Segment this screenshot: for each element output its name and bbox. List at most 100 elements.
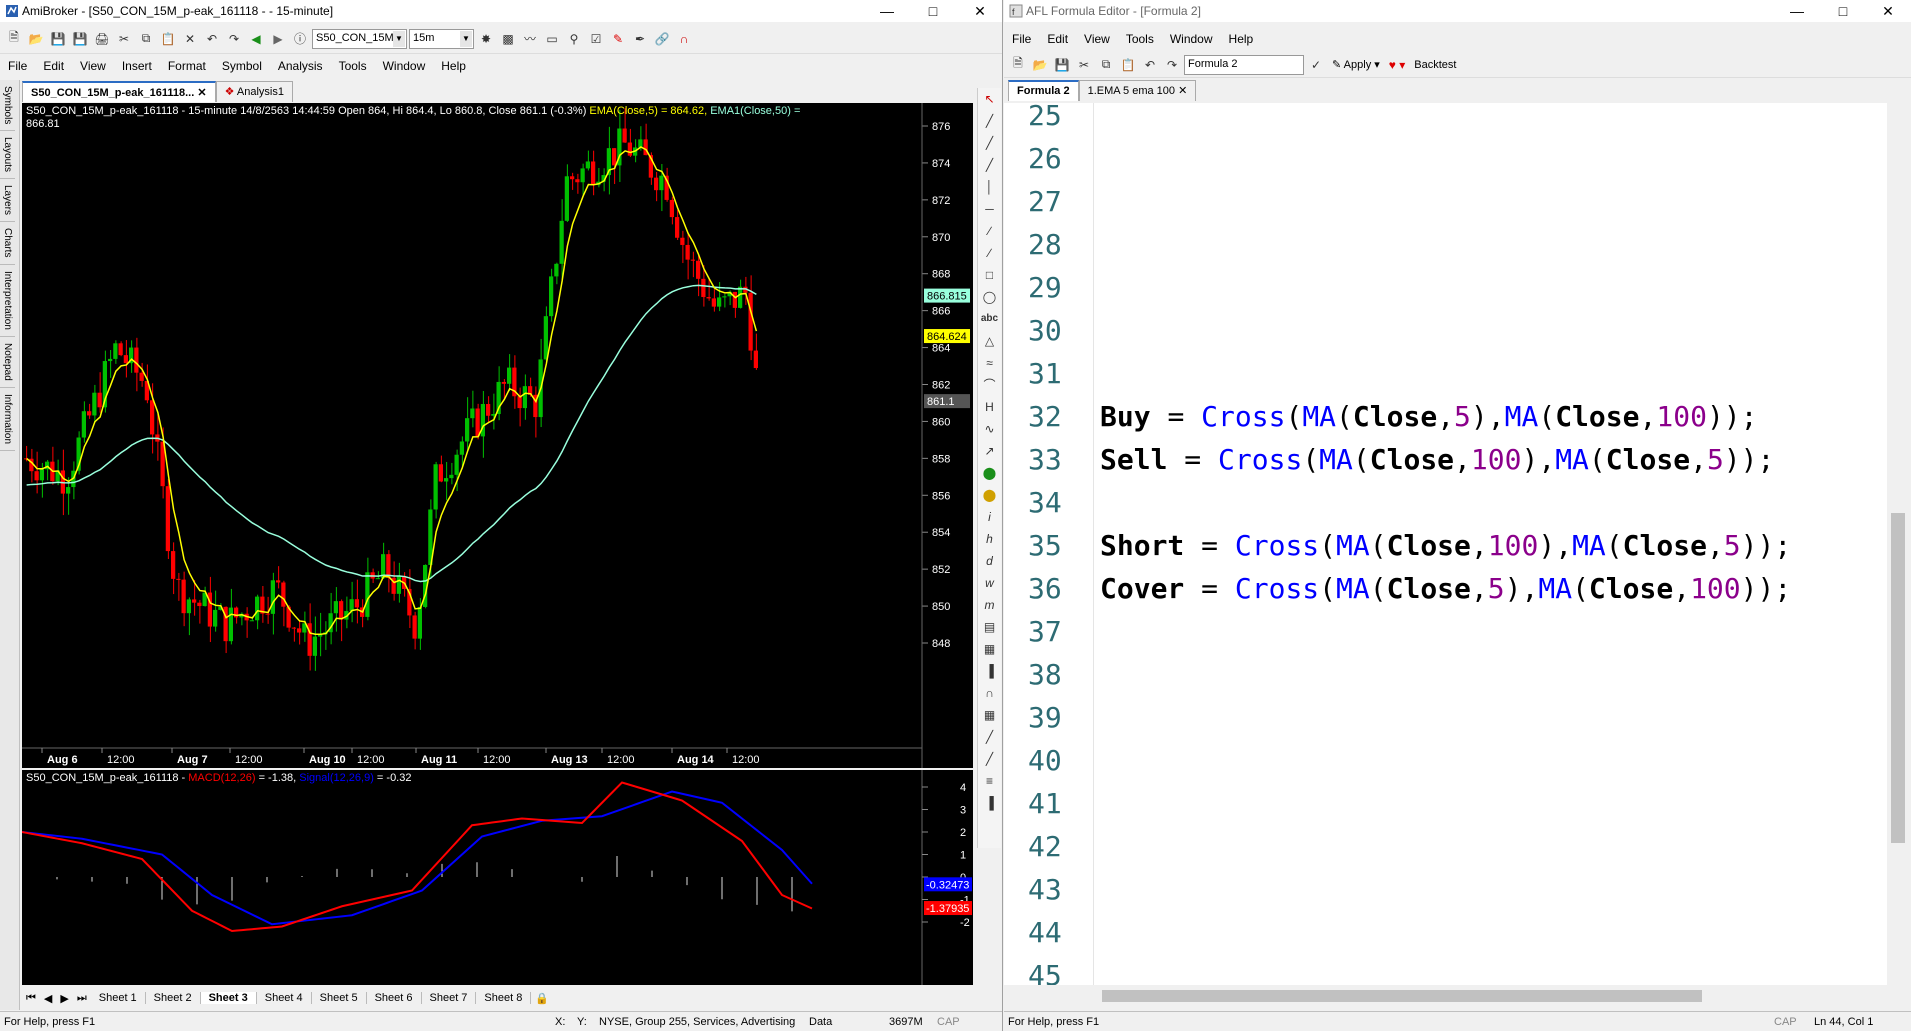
nav-prev-icon[interactable]: ◀ — [40, 992, 56, 1005]
minimize-button[interactable]: — — [864, 0, 910, 22]
fan-icon[interactable]: ╱ — [978, 726, 1001, 748]
fibonacci-icon[interactable]: ≈ — [978, 352, 1001, 374]
menu-view[interactable]: View — [80, 59, 106, 73]
triangle-icon[interactable]: △ — [978, 330, 1001, 352]
info-i-icon[interactable]: i — [978, 506, 1001, 528]
price-chart[interactable]: 876 874 872 870 868 866 864 862 860 858 856 854 852 8… — [22, 103, 973, 768]
grid-icon[interactable]: ▦ — [978, 638, 1001, 660]
menu-file[interactable]: File — [8, 59, 27, 73]
candle-chart-icon[interactable]: ▭ — [542, 29, 562, 49]
menu-analysis[interactable]: Analysis — [278, 59, 323, 73]
afl-redo-icon[interactable]: ↷ — [1162, 55, 1182, 75]
info-icon[interactable]: ⓘ — [290, 29, 310, 49]
sidebar-symbols[interactable]: Symbols — [0, 80, 15, 132]
afl-menu-help[interactable]: Help — [1229, 32, 1254, 46]
select-arrow-icon[interactable]: ↖ — [978, 88, 1001, 110]
pen-icon[interactable]: ✒ — [630, 29, 650, 49]
sidebar-layouts[interactable]: Layouts — [0, 131, 15, 180]
afl-menu-tools[interactable]: Tools — [1126, 32, 1154, 46]
afl-copy-icon[interactable]: ⧉ — [1096, 55, 1116, 75]
cut-icon[interactable]: ✂ — [114, 29, 134, 49]
afl-open-icon[interactable]: 📂 — [1030, 55, 1050, 75]
link-icon[interactable]: 🔗 — [652, 29, 672, 49]
undo-icon[interactable]: ↶ — [202, 29, 222, 49]
afl-close-button[interactable]: ✕ — [1865, 0, 1911, 22]
menu-insert[interactable]: Insert — [122, 59, 152, 73]
code-line-sell[interactable]: Sell = Cross(MA(Close,100),MA(Close,5)); — [1100, 443, 1774, 476]
extended-line-icon[interactable]: ╱ — [978, 154, 1001, 176]
menu-window[interactable]: Window — [383, 59, 426, 73]
m-icon[interactable]: m — [978, 594, 1001, 616]
h-icon[interactable]: h — [978, 528, 1001, 550]
sheet-tab[interactable]: Sheet 4 — [257, 992, 312, 1004]
sidebar-interpretation[interactable]: Interpretation — [0, 265, 15, 337]
sheet-tab[interactable]: Sheet 7 — [422, 992, 477, 1004]
chart-style-icon[interactable]: ✸ — [476, 29, 496, 49]
formula-name-field[interactable]: Formula 2 — [1184, 54, 1304, 75]
sheet-tab[interactable]: Sheet 5 — [312, 992, 367, 1004]
fan2-icon[interactable]: ╱ — [978, 748, 1001, 770]
menu-format[interactable]: Format — [168, 59, 206, 73]
macd-chart-pane[interactable]: 43210-1-2-0.32473-1.37935 S50_CON_15M_p-… — [22, 770, 973, 985]
sidebar-charts[interactable]: Charts — [0, 222, 15, 265]
zoom-icon[interactable]: ⚲ — [564, 29, 584, 49]
apply-button[interactable]: ✎ Apply ▾ — [1328, 58, 1384, 71]
vertical-line-icon[interactable]: │ — [978, 176, 1001, 198]
interval-combo[interactable]: 15m ▼ — [409, 28, 474, 49]
close-icon[interactable]: ✕ — [197, 87, 206, 99]
menu-help[interactable]: Help — [441, 59, 466, 73]
editor-vertical-scrollbar[interactable] — [1888, 103, 1908, 985]
open-folder-icon[interactable]: 📂 — [26, 29, 46, 49]
nav-last-icon[interactable]: ⏭ — [73, 992, 91, 1005]
save-all-icon[interactable]: 💾 — [70, 29, 90, 49]
arc-icon[interactable]: ⌒ — [978, 374, 1001, 396]
line-chart-icon[interactable]: 〰 — [520, 29, 540, 49]
tab-ema-formula[interactable]: 1.EMA 5 ema 100 ✕ — [1078, 80, 1197, 101]
color-icon[interactable]: ✎ — [608, 29, 628, 49]
sheet-tab[interactable]: Sheet 2 — [146, 992, 201, 1004]
pitchfork-icon[interactable]: ≡ — [978, 770, 1001, 792]
sheet-tab[interactable]: Sheet 3 — [200, 992, 257, 1004]
magnet-icon[interactable]: ∩ — [674, 29, 694, 49]
parallel-lines-icon[interactable]: ∕ — [978, 220, 1001, 242]
trend-channel-icon[interactable]: ∕ — [978, 242, 1001, 264]
price-chart-pane[interactable]: 876 874 872 870 868 866 864 862 860 858 856 854 852 8… — [22, 103, 973, 768]
yellow-circle-icon[interactable]: ⬤ — [978, 484, 1001, 506]
scroll-thumb[interactable] — [1891, 513, 1905, 843]
afl-maximize-button[interactable]: □ — [1820, 0, 1866, 22]
code-line-short[interactable]: Short = Cross(MA(Close,100),MA(Close,5))… — [1100, 529, 1791, 562]
macd-chart[interactable]: 43210-1-2-0.32473-1.37935 — [22, 770, 973, 985]
columns-icon[interactable]: ▐ — [978, 792, 1001, 814]
ray-tool-icon[interactable]: ╱ — [978, 132, 1001, 154]
ellipse-icon[interactable]: ◯ — [978, 286, 1001, 308]
text-tool-icon[interactable]: abc — [978, 308, 1001, 330]
redo-icon[interactable]: ↷ — [224, 29, 244, 49]
bars-icon[interactable]: ▐ — [978, 660, 1001, 682]
menu-symbol[interactable]: Symbol — [222, 59, 262, 73]
gann-icon[interactable]: H — [978, 396, 1001, 418]
paste-icon[interactable]: 📋 — [158, 29, 178, 49]
backtest-button[interactable]: Backtest — [1410, 59, 1460, 71]
new-file-icon[interactable]: 🗎 — [4, 29, 24, 49]
line-tool-icon[interactable]: ╱ — [978, 110, 1001, 132]
afl-minimize-button[interactable]: — — [1774, 0, 1820, 22]
tab-formula2[interactable]: Formula 2 — [1008, 80, 1079, 101]
green-circle-icon[interactable]: ⬤ — [978, 462, 1001, 484]
copy-icon[interactable]: ⧉ — [136, 29, 156, 49]
sidebar-notepad[interactable]: Notepad — [0, 337, 15, 388]
nav-first-icon[interactable]: ⏮ — [22, 992, 40, 1005]
rectangle-icon[interactable]: □ — [978, 264, 1001, 286]
nav-next-icon[interactable]: ▶ — [56, 992, 72, 1005]
scroll-thumb[interactable] — [1102, 990, 1702, 1002]
sheet-tab[interactable]: Sheet 6 — [367, 992, 422, 1004]
code-line-cover[interactable]: Cover = Cross(MA(Close,5),MA(Close,100))… — [1100, 572, 1791, 605]
ruler-icon[interactable]: ▤ — [978, 616, 1001, 638]
maximize-button[interactable]: □ — [910, 0, 956, 22]
close-icon[interactable]: ✕ — [1178, 85, 1187, 97]
sheet-tab[interactable]: Sheet 1 — [91, 992, 146, 1004]
forward-icon[interactable]: ▶ — [268, 29, 288, 49]
verify-icon[interactable]: ✓ — [1306, 55, 1326, 75]
w-icon[interactable]: w — [978, 572, 1001, 594]
afl-paste-icon[interactable]: 📋 — [1118, 55, 1138, 75]
editor-horizontal-scrollbar[interactable] — [1004, 987, 1887, 1005]
